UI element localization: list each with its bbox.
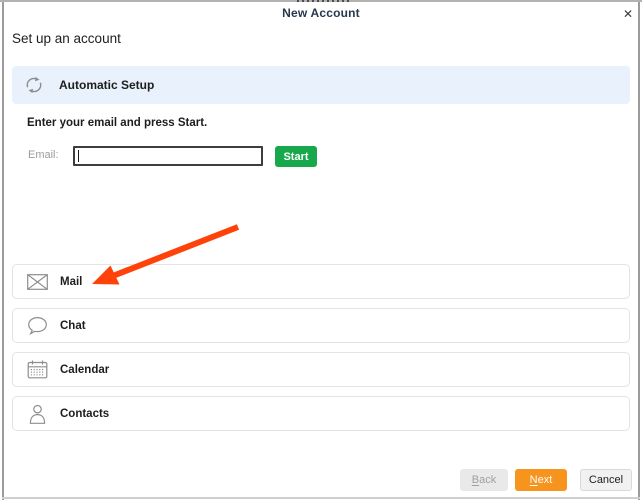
cancel-button[interactable]: Cancel [580,469,632,491]
start-button[interactable]: Start [275,146,317,167]
mail-envelope-icon [27,271,48,292]
account-type-label: Calendar [60,364,109,376]
back-button[interactable]: Back [460,469,508,491]
page-title: Set up an account [12,31,121,46]
automatic-setup-banner[interactable]: Automatic Setup [12,66,630,104]
window-right-border [638,2,640,500]
account-type-label: Chat [60,320,86,332]
sync-refresh-icon [24,75,44,95]
account-type-calendar[interactable]: Calendar [12,352,630,387]
email-label: Email: [28,149,59,161]
account-type-contacts[interactable]: Contacts [12,396,630,431]
account-type-label: Contacts [60,408,109,420]
chat-bubble-icon [27,315,48,336]
back-accesskey: B [472,474,479,486]
automatic-setup-label: Automatic Setup [59,78,154,92]
background-window-artifact [297,0,349,2]
account-type-chat[interactable]: Chat [12,308,630,343]
person-icon [27,403,48,424]
account-type-label: Mail [60,276,82,288]
dialog-title: New Account [0,6,642,20]
email-input[interactable] [73,146,263,166]
window-left-border [2,2,4,500]
instruction-text: Enter your email and press Start. [27,117,207,129]
window-bottom-border [2,497,640,499]
next-label-rest: ext [538,474,553,486]
calendar-icon [27,359,48,380]
back-label-rest: ack [479,474,496,486]
close-icon[interactable]: ✕ [618,4,638,24]
text-caret [78,150,79,162]
next-accesskey: N [530,474,538,486]
next-button[interactable]: Next [515,469,567,491]
account-type-mail[interactable]: Mail [12,264,630,299]
